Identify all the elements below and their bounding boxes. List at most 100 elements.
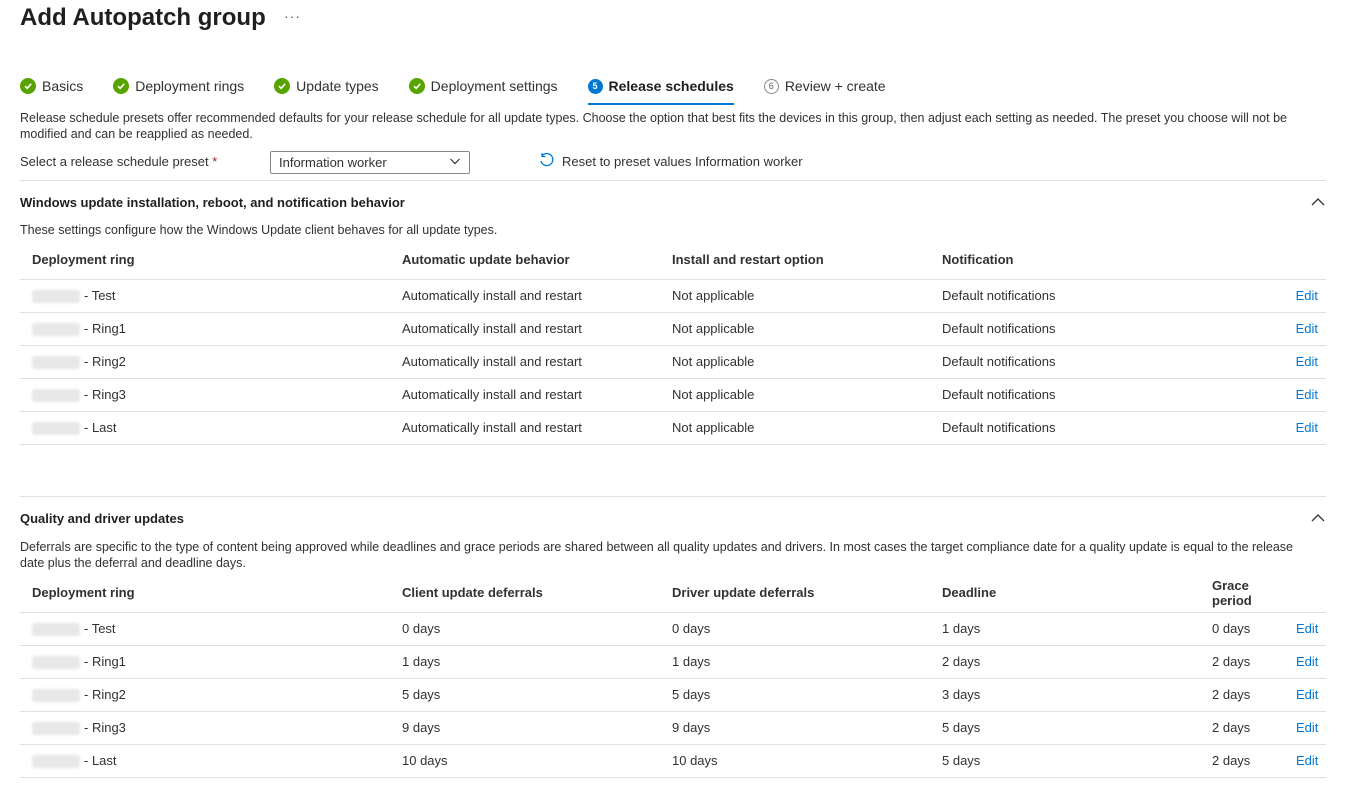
deadline-cell: 2 days (930, 645, 1200, 679)
step-number-badge: 6 (763, 78, 779, 94)
ring-cell: - Test (20, 612, 390, 646)
column-header: Notification (930, 241, 1230, 280)
chevron-up-icon[interactable] (1310, 510, 1326, 526)
table-row: - Ring3 Automatically install and restar… (20, 378, 1326, 412)
table-row: - Last Automatically install and restart… (20, 411, 1326, 445)
intro-text: Release schedule presets offer recommend… (20, 111, 1287, 141)
tab-review-create[interactable]: 6 Review + create (763, 76, 886, 96)
required-mark: * (212, 154, 218, 169)
tab-deployment-settings[interactable]: Deployment settings (408, 76, 558, 96)
deadline-cell: 5 days (930, 744, 1200, 778)
edit-link[interactable]: Edit (1296, 621, 1318, 636)
more-options-button[interactable]: ··· (284, 8, 301, 24)
tab-deployment-rings[interactable]: Deployment rings (113, 76, 244, 96)
edit-link-cell: Edit (1230, 345, 1326, 379)
redacted-group-name (32, 722, 80, 736)
tab-release-schedules[interactable]: 5 Release schedules (587, 76, 735, 105)
grace-period-cell: 2 days (1200, 645, 1284, 679)
column-header: Client update deferrals (390, 574, 660, 613)
quality-section-description: Deferrals are specific to the type of co… (20, 540, 1293, 570)
column-header: Deadline (930, 574, 1200, 613)
chevron-up-icon[interactable] (1310, 194, 1326, 210)
ring-cell: - Ring3 (20, 378, 390, 412)
option-cell: Not applicable (660, 411, 930, 445)
deadline-cell: 3 days (930, 678, 1200, 712)
driver-deferral-cell: 1 days (660, 645, 930, 679)
redacted-group-name (32, 323, 80, 337)
behavior-cell: Automatically install and restart (390, 279, 660, 313)
edit-link[interactable]: Edit (1296, 687, 1318, 702)
ring-cell: - Ring2 (20, 345, 390, 379)
tab-basics[interactable]: Basics (20, 76, 83, 96)
edit-link[interactable]: Edit (1296, 387, 1318, 402)
tab-label: Update types (296, 78, 379, 94)
edit-link[interactable]: Edit (1296, 354, 1318, 369)
driver-deferral-cell: 0 days (660, 612, 930, 646)
client-deferral-cell: 1 days (390, 645, 660, 679)
redacted-group-name (32, 623, 80, 637)
deadline-cell: 1 days (930, 612, 1200, 646)
redacted-group-name (32, 422, 80, 436)
edit-link-cell: Edit (1230, 378, 1326, 412)
notification-cell: Default notifications (930, 378, 1230, 412)
column-header: Deployment ring (20, 574, 390, 613)
option-cell: Not applicable (660, 312, 930, 346)
edit-link-cell: Edit (1284, 711, 1326, 745)
table-row: - Last 10 days 10 days 5 days 2 days Edi… (20, 744, 1326, 778)
edit-link-cell: Edit (1284, 645, 1326, 679)
edit-link[interactable]: Edit (1296, 321, 1318, 336)
redacted-group-name (32, 755, 80, 769)
grace-period-cell: 2 days (1200, 711, 1284, 745)
windows-section-description: These settings configure how the Windows… (20, 223, 498, 237)
preset-dropdown-value: Information worker (279, 155, 387, 170)
quality-driver-table: Deployment ring Client update deferrals … (20, 574, 1326, 778)
behavior-cell: Automatically install and restart (390, 411, 660, 445)
ring-cell: - Ring1 (20, 645, 390, 679)
ring-cell: - Ring3 (20, 711, 390, 745)
preset-dropdown[interactable]: Information worker (270, 151, 470, 174)
edit-link[interactable]: Edit (1296, 654, 1318, 669)
option-cell: Not applicable (660, 279, 930, 313)
notification-cell: Default notifications (930, 312, 1230, 346)
tab-label: Deployment rings (135, 78, 245, 94)
tab-label: Release schedules (608, 78, 734, 94)
driver-deferral-cell: 9 days (660, 711, 930, 745)
tab-update-types[interactable]: Update types (274, 76, 379, 96)
page-title: Add Autopatch group (20, 4, 266, 31)
edit-link-cell: Edit (1230, 279, 1326, 313)
check-circle-icon (20, 78, 36, 94)
driver-deferral-cell: 10 days (660, 744, 930, 778)
edit-link[interactable]: Edit (1296, 420, 1318, 435)
deadline-cell: 5 days (930, 711, 1200, 745)
column-header: Automatic update behavior (390, 241, 660, 280)
table-row: - Ring1 Automatically install and restar… (20, 312, 1326, 346)
wizard-tabs: Basics Deployment rings Update types Dep… (20, 76, 916, 106)
behavior-cell: Automatically install and restart (390, 345, 660, 379)
redacted-group-name (32, 689, 80, 703)
reset-preset-button[interactable]: Reset to preset values Information worke… (538, 152, 803, 171)
edit-link-cell: Edit (1284, 744, 1326, 778)
ring-cell: - Last (20, 411, 390, 445)
edit-link[interactable]: Edit (1296, 288, 1318, 303)
column-header: Driver update deferrals (660, 574, 930, 613)
behavior-cell: Automatically install and restart (390, 312, 660, 346)
column-header-empty (1284, 574, 1326, 613)
table-row: - Test 0 days 0 days 1 days 0 days Edit (20, 612, 1326, 646)
reset-label: Reset to preset values Information worke… (562, 154, 803, 169)
edit-link[interactable]: Edit (1296, 720, 1318, 735)
edit-link[interactable]: Edit (1296, 753, 1318, 768)
option-cell: Not applicable (660, 345, 930, 379)
client-deferral-cell: 0 days (390, 612, 660, 646)
table-row: - Test Automatically install and restart… (20, 279, 1326, 313)
tab-label: Basics (42, 78, 84, 94)
quality-section-title: Quality and driver updates (20, 511, 184, 526)
divider (20, 180, 1326, 181)
preset-label-text: Select a release schedule preset (20, 154, 209, 169)
notification-cell: Default notifications (930, 345, 1230, 379)
ring-cell: - Last (20, 744, 390, 778)
ring-cell: - Ring2 (20, 678, 390, 712)
client-deferral-cell: 10 days (390, 744, 660, 778)
notification-cell: Default notifications (930, 411, 1230, 445)
table-row: - Ring1 1 days 1 days 2 days 2 days Edit (20, 645, 1326, 679)
column-header-empty (1230, 241, 1326, 280)
